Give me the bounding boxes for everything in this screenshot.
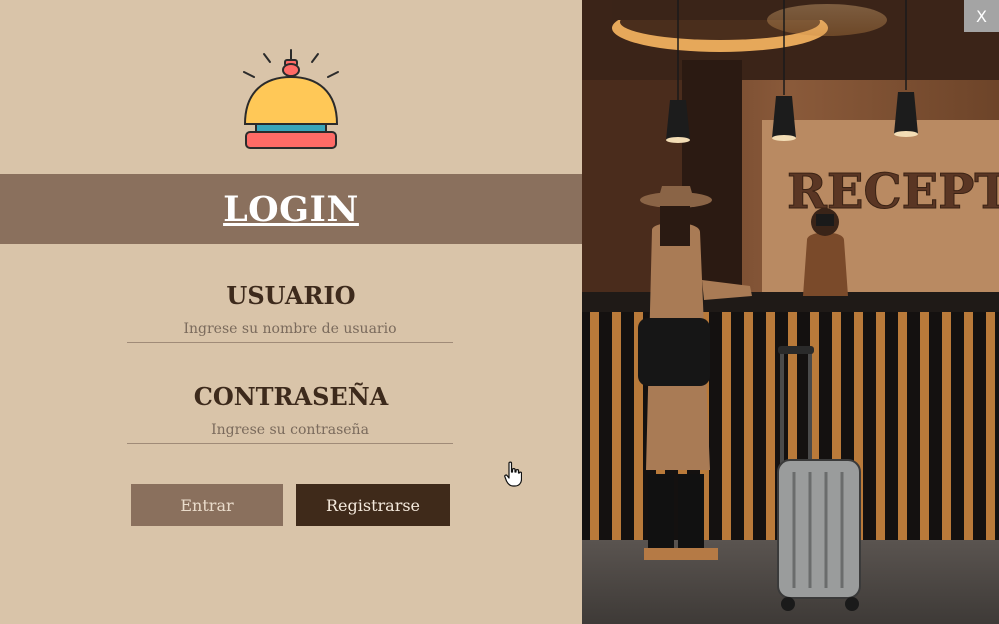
hand-pointer-icon (504, 461, 522, 487)
login-banner: LOGIN (0, 174, 582, 244)
usuario-label: USUARIO (226, 281, 356, 310)
reception-bell-icon (243, 49, 339, 149)
entrar-button[interactable]: Entrar (131, 484, 283, 526)
login-title: LOGIN (223, 188, 359, 230)
reception-photo-illustration: RECEPT (582, 0, 999, 624)
contrasena-label: CONTRASEÑA (193, 382, 389, 411)
registrarse-button[interactable]: Registrarse (296, 484, 450, 526)
hotel-reception-photo: RECEPT (582, 0, 999, 624)
contrasena-input[interactable] (127, 417, 453, 444)
close-button[interactable]: X (964, 0, 999, 32)
login-panel: LOGIN USUARIO CONTRASEÑA Entrar Registra… (0, 0, 582, 624)
usuario-input[interactable] (127, 316, 453, 343)
